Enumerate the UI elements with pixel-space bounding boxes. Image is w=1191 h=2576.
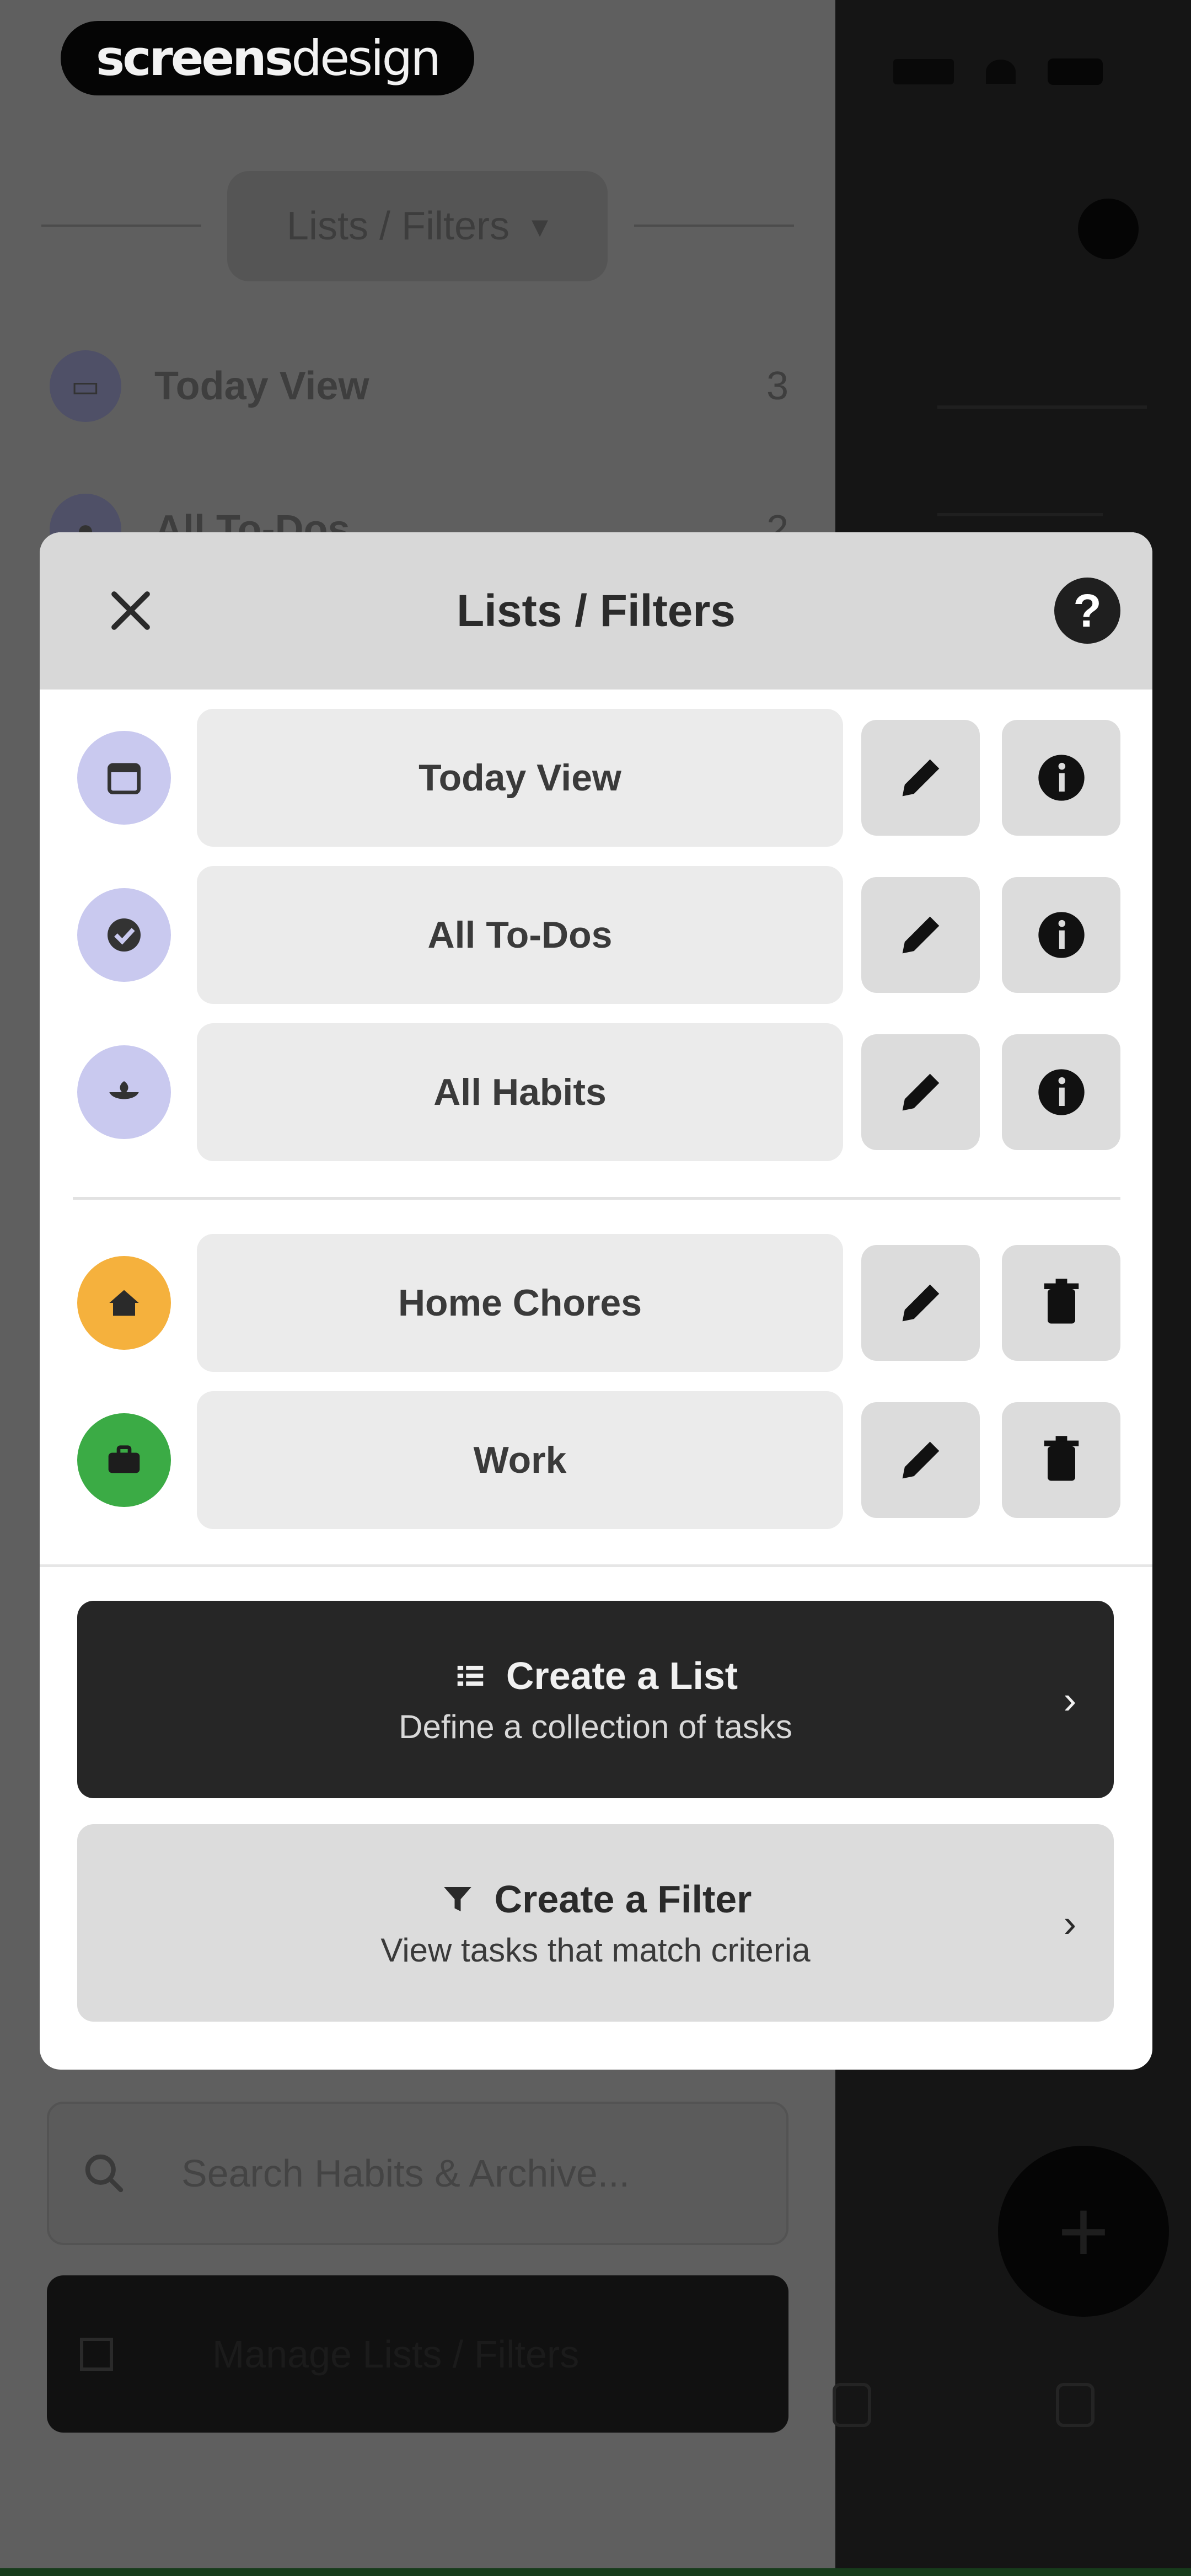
info-icon: [1038, 755, 1085, 801]
pencil-icon: [902, 916, 939, 954]
pencil-icon: [902, 1284, 939, 1322]
list-label-button[interactable]: Today View: [197, 709, 843, 847]
info-button[interactable]: [1002, 720, 1120, 836]
home-indicator-strip: [0, 2568, 1191, 2576]
check-circle-icon: [77, 888, 171, 982]
pencil-icon: [902, 1441, 939, 1479]
screensdesign-logo: screens design: [61, 21, 474, 95]
list-row-home-chores: Home Chores: [40, 1234, 1152, 1372]
tab-bar-icon[interactable]: [833, 2383, 871, 2427]
search-input[interactable]: Search Habits & Archive...: [47, 2102, 788, 2245]
list-label-button[interactable]: All To-Dos: [197, 866, 843, 1004]
create-filter-subtitle: View tasks that match criteria: [380, 1931, 811, 1969]
list-row-work: Work: [40, 1391, 1152, 1529]
trash-icon: [1044, 1436, 1079, 1481]
create-filter-button[interactable]: Create a Filter View tasks that match cr…: [77, 1824, 1114, 2022]
sprout-icon: [77, 1045, 171, 1139]
pencil-icon: [902, 1073, 939, 1111]
info-icon: [1038, 912, 1085, 958]
background-task-line: [937, 513, 1103, 516]
close-icon: [111, 591, 150, 630]
sidebar-item-today-view[interactable]: ▭ Today View 3: [50, 336, 788, 436]
battery-icon: [1048, 58, 1103, 85]
header-divider-left: [41, 225, 201, 227]
modal-header: Lists / Filters ?: [40, 532, 1152, 690]
delete-button[interactable]: [1002, 1245, 1120, 1361]
delete-button[interactable]: [1002, 1402, 1120, 1518]
list-row-all-todos: All To-Dos: [40, 866, 1152, 1004]
edit-button[interactable]: [861, 720, 980, 836]
chevron-right-icon: ›: [1063, 1902, 1076, 1945]
calendar-icon: ▭: [50, 350, 121, 422]
help-icon: ?: [1073, 584, 1102, 637]
lists-filters-dropdown[interactable]: Lists / Filters ▾: [227, 171, 608, 281]
edit-button[interactable]: [861, 877, 980, 993]
briefcase-icon: [77, 1413, 171, 1507]
list-label-button[interactable]: Work: [197, 1391, 843, 1529]
home-icon: [77, 1256, 171, 1350]
status-bar: [893, 55, 1103, 88]
edit-button[interactable]: [861, 1402, 980, 1518]
list-label-button[interactable]: Home Chores: [197, 1234, 843, 1372]
create-list-subtitle: Define a collection of tasks: [399, 1708, 792, 1745]
lists-filters-modal: Lists / Filters ? Today View All To-Dos: [40, 532, 1152, 2070]
close-button[interactable]: [87, 566, 175, 655]
manage-lists-button[interactable]: Manage Lists / Filters: [47, 2275, 788, 2433]
list-icon: [80, 2337, 113, 2371]
calendar-icon: [77, 731, 171, 825]
section-divider: [40, 1564, 1152, 1567]
create-list-title: Create a List: [506, 1654, 738, 1697]
create-list-button[interactable]: Create a List Define a collection of tas…: [77, 1601, 1114, 1798]
modal-title: Lists / Filters: [457, 585, 736, 636]
wifi-icon: [986, 60, 1016, 84]
trash-icon: [1044, 1279, 1079, 1324]
list-row-today-view: Today View: [40, 709, 1152, 847]
background-help-icon[interactable]: [1078, 199, 1139, 259]
help-button[interactable]: ?: [1054, 578, 1120, 644]
info-button[interactable]: [1002, 877, 1120, 993]
chevron-right-icon: ›: [1063, 1679, 1076, 1722]
pencil-icon: [902, 759, 939, 797]
cellular-signal-icon: [893, 59, 954, 84]
section-divider: [73, 1197, 1120, 1200]
add-task-fab[interactable]: +: [998, 2146, 1169, 2317]
edit-button[interactable]: [861, 1245, 980, 1361]
info-button[interactable]: [1002, 1034, 1120, 1150]
list-row-all-habits: All Habits: [40, 1023, 1152, 1161]
filter-icon: [443, 1886, 471, 1911]
chevron-down-icon: ▾: [531, 207, 549, 244]
edit-button[interactable]: [861, 1034, 980, 1150]
tab-bar-icon[interactable]: [1056, 2383, 1095, 2427]
list-label-button[interactable]: All Habits: [197, 1023, 843, 1161]
header-divider-right: [634, 225, 794, 227]
search-icon: [85, 2154, 124, 2193]
create-filter-title: Create a Filter: [494, 1877, 752, 1921]
list-icon: [457, 1665, 484, 1686]
background-task-line: [937, 405, 1147, 409]
info-icon: [1038, 1069, 1085, 1115]
